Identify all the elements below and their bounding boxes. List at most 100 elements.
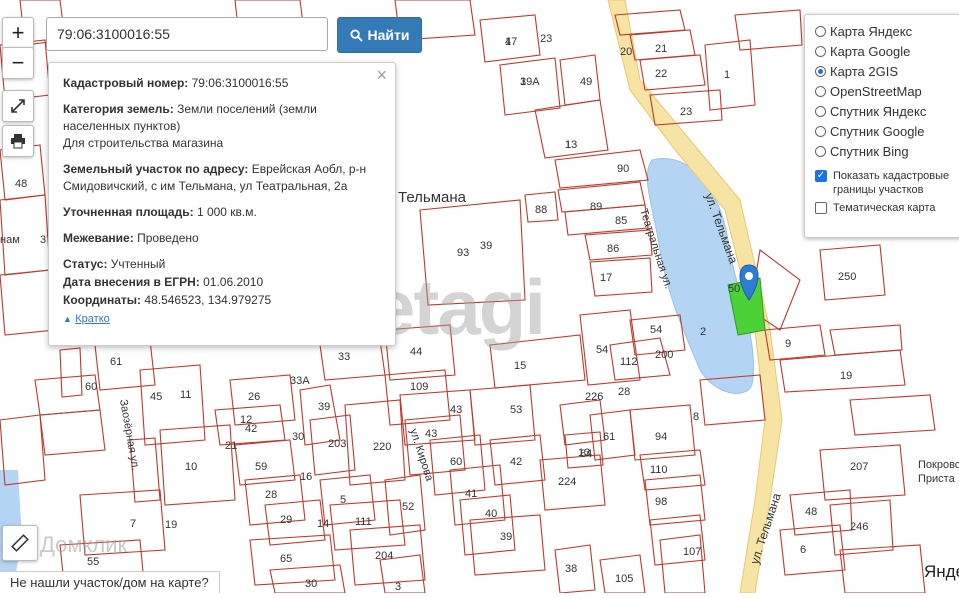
parcel-number: 85 bbox=[615, 215, 627, 227]
parcel-number: 17 bbox=[505, 36, 517, 48]
parcel-number: 29 bbox=[280, 514, 292, 526]
print-button[interactable] bbox=[2, 125, 34, 157]
layer-option[interactable]: Спутник Bing bbox=[815, 141, 959, 161]
date-value: 01.06.2010 bbox=[203, 275, 264, 289]
radio-icon[interactable] bbox=[815, 45, 826, 57]
parcel-number: 246 bbox=[850, 521, 868, 533]
radio-icon[interactable] bbox=[815, 105, 826, 117]
watermark-etagi: etagi bbox=[372, 263, 546, 351]
parcel-number: 207 bbox=[850, 461, 868, 473]
layer-option-label: Спутник Яндекс bbox=[830, 103, 927, 119]
parcel-number: 15 bbox=[514, 360, 526, 372]
parcel-number: 16 bbox=[300, 471, 312, 483]
fullscreen-button[interactable] bbox=[2, 90, 34, 122]
close-icon[interactable]: × bbox=[376, 66, 387, 84]
parcel-number: 48 bbox=[15, 178, 27, 190]
status-label: Статус: bbox=[63, 257, 108, 271]
radio-icon[interactable] bbox=[815, 65, 826, 77]
layer-option[interactable]: Карта Google bbox=[815, 41, 959, 61]
search-button[interactable]: Найти bbox=[337, 17, 422, 53]
parcel-number: 105 bbox=[615, 573, 633, 585]
parcel-number: 10 bbox=[185, 461, 197, 473]
parcel-number: 90 bbox=[617, 163, 629, 175]
parcel-number: 20 bbox=[620, 46, 632, 58]
parcel-number: 109 bbox=[410, 381, 428, 393]
parcel-number: 54 bbox=[596, 344, 608, 356]
zoom-in-button[interactable]: + bbox=[2, 17, 34, 49]
thematic-map-toggle[interactable]: Тематическая карта bbox=[815, 201, 959, 215]
watermark-domclick: Домклик bbox=[40, 532, 128, 557]
radio-icon[interactable] bbox=[815, 145, 826, 157]
parcel-info-popup: × Кадастровый номер: 79:06:3100016:55 Ка… bbox=[48, 62, 396, 346]
parcel-number: 7 bbox=[130, 518, 136, 530]
show-boundaries-toggle[interactable]: ✓ Показать кадастровые границы участков bbox=[815, 169, 959, 197]
not-found-link[interactable]: Не нашли участок/дом на карте? bbox=[0, 571, 220, 593]
checkbox-checked-icon[interactable]: ✓ bbox=[815, 170, 827, 182]
category-label: Категория земель: bbox=[63, 102, 174, 116]
map-label-prist: Приста bbox=[918, 473, 956, 485]
parcel-number: 26 bbox=[248, 391, 260, 403]
date-label: Дата внесения в ЕГРН: bbox=[63, 275, 200, 289]
parcel-number: 43 bbox=[450, 404, 462, 416]
parcel-number: 94 bbox=[655, 431, 667, 443]
checkbox-unchecked-icon[interactable] bbox=[815, 202, 827, 214]
thematic-map-label: Тематическая карта bbox=[833, 202, 936, 214]
parcel-number: 204 bbox=[375, 550, 393, 562]
parcel-number: 93 bbox=[457, 247, 469, 259]
parcel-number: 48 bbox=[805, 506, 817, 518]
parcel-number: 60 bbox=[450, 456, 462, 468]
parcel-number: 226 bbox=[585, 391, 603, 403]
layer-option[interactable]: Карта 2GIS bbox=[815, 61, 959, 81]
parcel-number: 220 bbox=[373, 441, 391, 453]
parcel-number: 224 bbox=[558, 476, 576, 488]
parcel-number: 13 bbox=[565, 139, 577, 151]
layer-option-label: Спутник Bing bbox=[830, 143, 909, 159]
parcel-number: 2 bbox=[700, 326, 706, 338]
parcel-number: 43 bbox=[425, 428, 437, 440]
coords-value: 48.546523, 134.979275 bbox=[144, 293, 272, 307]
layer-option[interactable]: Спутник Google bbox=[815, 121, 959, 141]
parcel-number: 3 bbox=[395, 581, 401, 593]
layer-option[interactable]: Карта Яндекс bbox=[815, 21, 959, 41]
ruler-button[interactable] bbox=[2, 525, 38, 561]
parcel-number: 42 bbox=[245, 423, 257, 435]
parcel-number: 54 bbox=[650, 324, 662, 336]
parcel-number: 53 bbox=[510, 404, 522, 416]
radio-icon[interactable] bbox=[815, 125, 826, 137]
parcel-number: 111 bbox=[355, 516, 372, 528]
parcel-number: 52 bbox=[402, 501, 414, 513]
parcel-number: 65 bbox=[280, 553, 292, 565]
parcel-number: 203 bbox=[328, 438, 346, 450]
parcel-number: 89 bbox=[590, 201, 602, 213]
radio-icon[interactable] bbox=[815, 85, 826, 97]
layer-option-label: Карта Яндекс bbox=[830, 23, 913, 39]
parcel-number: 1 bbox=[724, 69, 730, 81]
parcel-number: 42 bbox=[510, 456, 522, 468]
parcel-number: 107 bbox=[683, 546, 701, 558]
layer-option[interactable]: OpenStreetMap bbox=[815, 81, 959, 101]
parcel-number: 11 bbox=[180, 389, 191, 401]
cadastral-search-input[interactable] bbox=[46, 17, 328, 51]
parcel-number: 45 bbox=[150, 391, 162, 403]
zoom-out-button[interactable]: − bbox=[2, 47, 34, 79]
parcel-number: 17 bbox=[600, 272, 612, 284]
parcel-number: 19А bbox=[520, 76, 540, 88]
parcel-number: 21 bbox=[225, 440, 237, 452]
survey-value: Проведено bbox=[137, 231, 199, 245]
parcel-number: 61 bbox=[110, 356, 122, 368]
parcel-number: 6 bbox=[800, 544, 806, 556]
layer-option-label: Карта 2GIS bbox=[830, 63, 899, 79]
collapse-link[interactable]: Кратко bbox=[75, 313, 110, 325]
parcel-number: 60 bbox=[85, 381, 97, 393]
parcel-number: 39 bbox=[500, 531, 512, 543]
layer-option[interactable]: Спутник Яндекс bbox=[815, 101, 959, 121]
parcel-number: 5 bbox=[340, 494, 346, 506]
yandex-logo: Янде bbox=[924, 562, 959, 581]
parcel-number: 9 bbox=[785, 338, 791, 350]
parcel-number: 84 bbox=[580, 448, 592, 460]
parcel-number: 41 bbox=[465, 488, 477, 500]
parcel-number: 38 bbox=[565, 563, 577, 575]
layer-switcher: Карта Яндекс Карта Google Карта 2GIS OpenSt… bbox=[804, 14, 959, 238]
radio-icon[interactable] bbox=[815, 25, 826, 37]
parcel-number: 33 bbox=[338, 351, 350, 363]
